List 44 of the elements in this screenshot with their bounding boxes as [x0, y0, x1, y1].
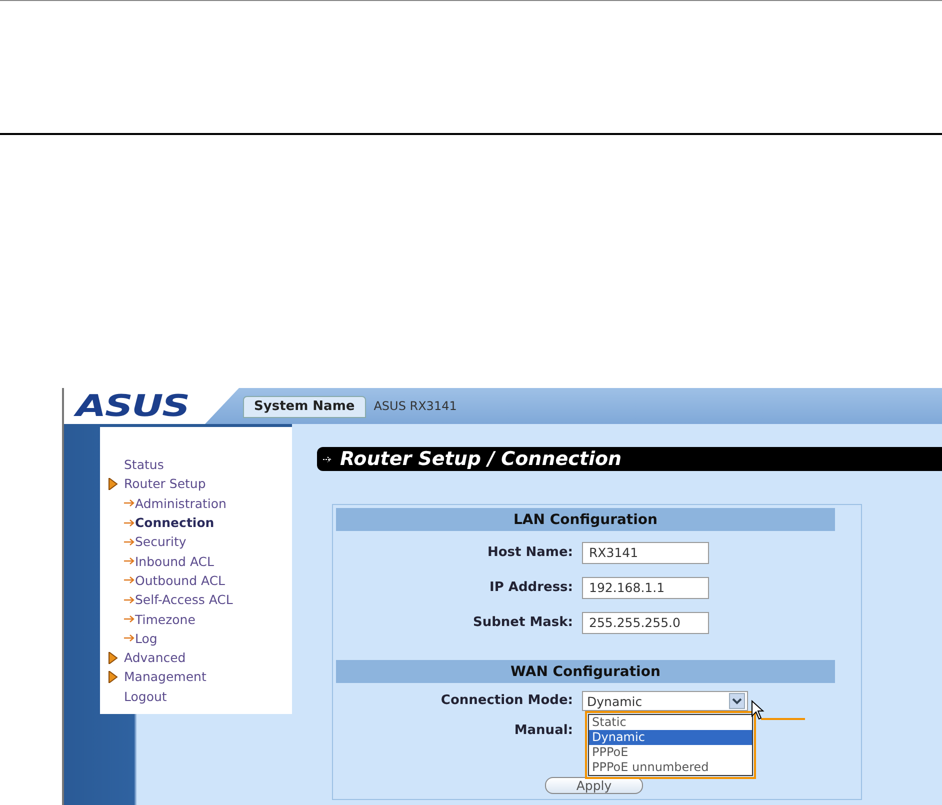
dropdown[interactable]: Dynamic [582, 691, 748, 711]
arrow-icon [124, 538, 135, 546]
chevron-down-icon [729, 693, 745, 709]
sidebar-item[interactable]: Administration [108, 494, 292, 513]
input-field[interactable]: RX3141 [582, 542, 709, 564]
leader-line [761, 718, 805, 720]
arrow-icon [124, 518, 135, 527]
dropdown-option[interactable]: Dynamic [589, 730, 752, 745]
brand-logo: ASUS [76, 388, 189, 424]
sidebar-item[interactable]: Logout [108, 686, 292, 706]
arrow-icon [323, 454, 332, 464]
field-label: IP Address: [488, 580, 574, 596]
input-field[interactable]: 192.168.1.1 [582, 576, 709, 598]
sidebar-item[interactable]: Self-Access ACL [108, 590, 292, 610]
arrow-icon [124, 615, 135, 624]
arrow-icon [124, 634, 135, 642]
sidebar-item[interactable]: Management [108, 667, 292, 687]
sidebar-item[interactable]: Advanced [108, 648, 292, 668]
sidebar-item[interactable]: Inbound ACL [108, 551, 292, 571]
field-label: Connection Mode: [440, 693, 574, 709]
field-label: Host Name: [486, 544, 574, 560]
system-name-label: System Name [243, 396, 366, 418]
sidebar-item[interactable]: Status [108, 455, 292, 474]
section-header: LAN Configuration [336, 508, 835, 531]
sidebar-item[interactable]: Timezone [108, 609, 292, 629]
sidebar-item[interactable]: Outbound ACL [108, 570, 292, 590]
sidebar-item[interactable]: Connection [108, 512, 292, 532]
field-label: Subnet Mask: [472, 614, 574, 630]
section-header: WAN Configuration [336, 660, 835, 683]
field-label: Manual: [513, 723, 574, 739]
triangle-icon [108, 670, 118, 683]
sidebar-item[interactable]: Log [108, 628, 292, 648]
triangle-icon [108, 478, 118, 490]
system-name-value: ASUS RX3141 [374, 399, 457, 415]
sidebar-item[interactable]: Router Setup [108, 474, 292, 494]
triangle-icon [108, 652, 118, 664]
arrow-icon [124, 557, 135, 566]
arrow-icon [124, 576, 135, 584]
sidebar-item[interactable]: Security [108, 532, 292, 552]
arrow-icon [124, 596, 135, 604]
arrow-icon [124, 499, 135, 508]
apply-button[interactable]: Apply [545, 777, 643, 794]
input-field[interactable]: 255.255.255.0 [582, 612, 709, 634]
page-title: Router Setup / Connection [340, 448, 622, 470]
